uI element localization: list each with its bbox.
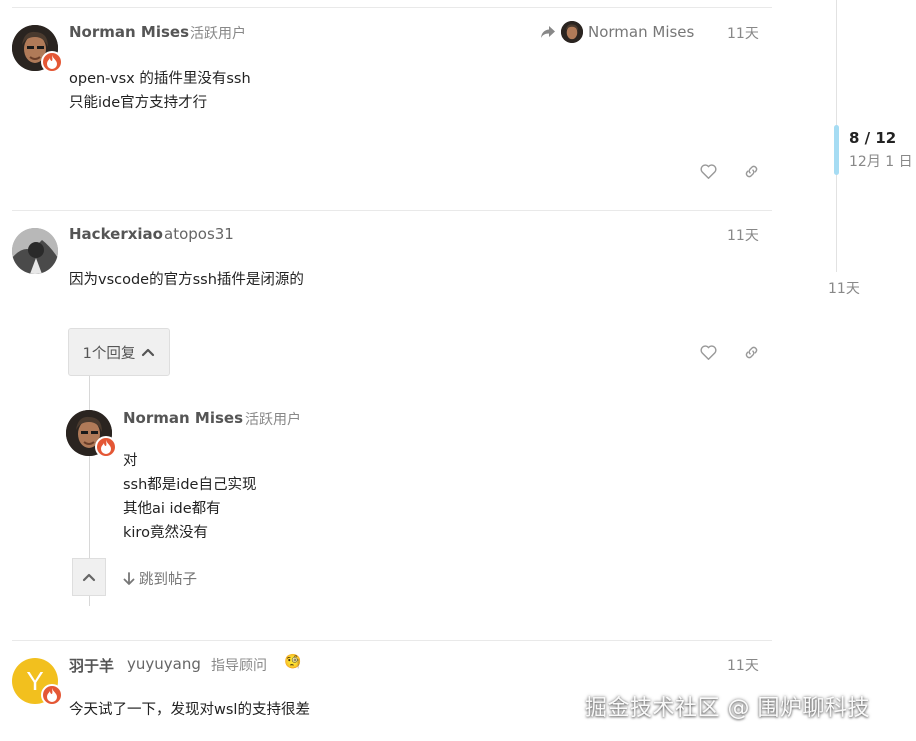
username[interactable]: 羽于羊 bbox=[69, 655, 114, 676]
post-text-line: 因为vscode的官方ssh插件是闭源的 bbox=[69, 272, 304, 288]
title-emoji: 🧐 bbox=[284, 654, 302, 670]
timeline-end-date[interactable]: 11天 bbox=[828, 278, 860, 298]
flame-badge bbox=[95, 436, 117, 458]
flame-icon bbox=[47, 688, 57, 702]
user-alias[interactable]: atopos31 bbox=[164, 225, 234, 243]
post-text-line: open-vsx 的插件里没有ssh bbox=[69, 71, 251, 87]
user-title: 活跃用户 bbox=[190, 26, 246, 42]
portrait-icon bbox=[561, 21, 583, 43]
copy-link-button[interactable] bbox=[740, 160, 762, 182]
link-icon bbox=[745, 165, 757, 177]
post-separator bbox=[12, 210, 772, 211]
reply-text-line: ssh都是ide自己实现 bbox=[123, 477, 257, 493]
username[interactable]: Norman Mises bbox=[123, 409, 243, 427]
flame-icon bbox=[101, 440, 111, 454]
copy-link-button[interactable] bbox=[740, 341, 762, 363]
watermark: 掘金技术社区 @ 围炉聊科技 bbox=[585, 696, 870, 721]
heart-icon bbox=[699, 344, 717, 360]
collapse-replies-button[interactable] bbox=[72, 558, 106, 596]
reply-text-line: 对 bbox=[123, 453, 138, 469]
jump-to-post-link[interactable]: 跳到帖子 bbox=[123, 568, 197, 589]
post-separator bbox=[12, 7, 772, 8]
post-separator bbox=[12, 640, 772, 641]
replies-count-label: 1个回复 bbox=[82, 345, 136, 362]
username[interactable]: Hackerxiao bbox=[69, 225, 163, 243]
chevron-up-icon bbox=[142, 348, 155, 357]
post-date[interactable]: 11天 bbox=[727, 225, 759, 245]
timeline-handle[interactable] bbox=[834, 125, 839, 175]
timeline-position: 8 / 12 bbox=[849, 129, 897, 147]
share-arrow-icon bbox=[541, 26, 555, 38]
portrait-icon bbox=[12, 228, 58, 274]
flame-badge bbox=[41, 51, 63, 73]
post-text-line: 只能ide官方支持才行 bbox=[69, 95, 208, 111]
post-text-line: 今天试了一下，发现对wsl的支持很差 bbox=[69, 702, 310, 718]
flame-icon bbox=[47, 55, 57, 69]
flame-badge bbox=[41, 684, 63, 706]
user-title: 指导顾问 bbox=[211, 658, 267, 674]
reply-to-username: Norman Mises bbox=[588, 23, 695, 41]
post-date[interactable]: 11天 bbox=[727, 23, 759, 43]
reply-to-indicator[interactable]: Norman Mises bbox=[540, 21, 694, 43]
jump-to-post-label: 跳到帖子 bbox=[139, 572, 197, 588]
reply-text-line: kiro竟然没有 bbox=[123, 525, 208, 541]
user-alias[interactable]: yuyuyang bbox=[127, 655, 201, 673]
chevron-up-icon bbox=[82, 573, 96, 582]
like-button[interactable] bbox=[697, 341, 719, 363]
user-title: 活跃用户 bbox=[245, 412, 301, 428]
like-button[interactable] bbox=[697, 160, 719, 182]
link-icon bbox=[745, 346, 757, 358]
post-date[interactable]: 11天 bbox=[727, 655, 759, 675]
show-replies-button[interactable]: 1个回复 bbox=[68, 328, 170, 376]
timeline-date: 12月 1 日 bbox=[849, 154, 913, 170]
reply-to-avatar bbox=[561, 21, 583, 43]
avatar[interactable] bbox=[12, 228, 58, 274]
reply-text-line: 其他ai ide都有 bbox=[123, 501, 221, 517]
heart-icon bbox=[699, 163, 717, 179]
arrow-down-icon bbox=[123, 571, 135, 585]
username[interactable]: Norman Mises bbox=[69, 23, 189, 41]
